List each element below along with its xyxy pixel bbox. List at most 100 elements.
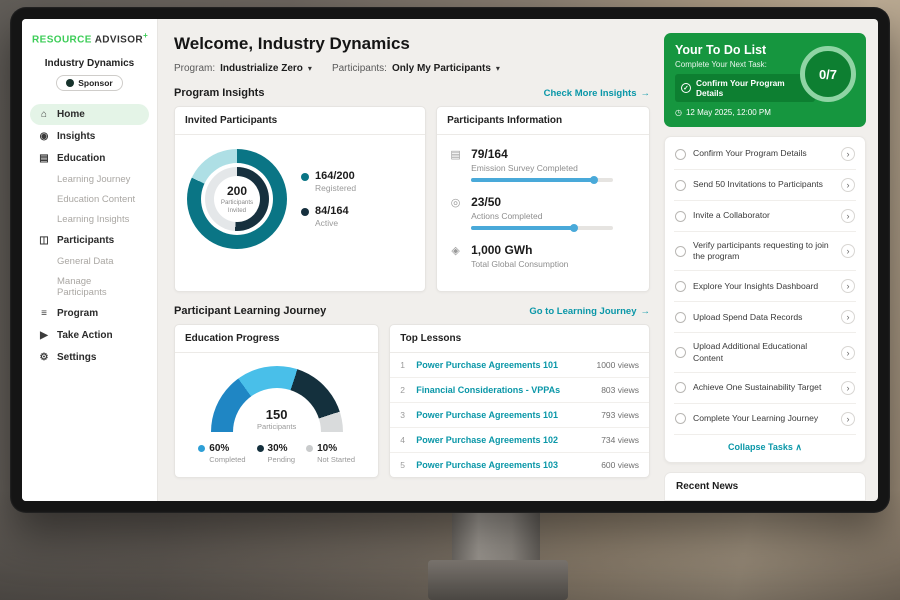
lesson-row[interactable]: 4 Power Purchase Agreements 102 734 view…: [390, 428, 649, 453]
gauge-center-label: Participants: [257, 422, 296, 431]
card-title: Education Progress: [175, 325, 378, 353]
lesson-views: 734 views: [601, 435, 639, 445]
org-name: Industry Dynamics: [30, 58, 149, 69]
lesson-link[interactable]: Power Purchase Agreements 102: [416, 435, 593, 445]
sidebar-item-education[interactable]: ▤ Education: [30, 148, 149, 169]
lesson-views: 1000 views: [596, 360, 639, 370]
task-row[interactable]: Upload Additional Educational Content ›: [674, 333, 856, 372]
sidebar-item-education-content[interactable]: Education Content: [30, 190, 149, 209]
link-label: Check More Insights: [544, 88, 637, 99]
lesson-row[interactable]: 2 Financial Considerations - VPPAs 803 v…: [390, 378, 649, 403]
go-to-learning-journey-link[interactable]: Go to Learning Journey →: [529, 306, 650, 317]
task-row[interactable]: Complete Your Learning Journey ›: [674, 404, 856, 435]
legend-label: Completed: [198, 455, 245, 464]
sidebar-item-home[interactable]: ⌂ Home: [30, 104, 149, 125]
metric-label: Actions Completed: [471, 211, 613, 221]
lesson-row[interactable]: 5 Power Purchase Agreements 103 600 view…: [390, 453, 649, 477]
participants-filter-label: Participants:: [332, 63, 387, 74]
task-chevron[interactable]: ›: [841, 178, 855, 192]
todo-progress-ring: 0/7: [800, 46, 856, 102]
task-label: Send 50 Invitations to Participants: [693, 179, 834, 190]
metric-label: Emission Survey Completed: [471, 163, 613, 173]
recent-news-title: Recent News: [676, 481, 738, 492]
todo-tasks-card: Confirm Your Program Details › Send 50 I…: [664, 136, 866, 463]
progress-bar: [471, 226, 613, 230]
home-icon: ⌂: [38, 109, 50, 120]
sidebar-item-learning-journey[interactable]: Learning Journey: [30, 170, 149, 189]
sidebar-item-settings[interactable]: ⚙ Settings: [30, 347, 149, 368]
card-title: Top Lessons: [390, 325, 649, 353]
legend-value: 10%: [317, 443, 337, 454]
lesson-link[interactable]: Financial Considerations - VPPAs: [416, 385, 593, 395]
legend-dot: [301, 208, 309, 216]
next-task-chip[interactable]: ✓ Confirm Your Program Details: [675, 74, 815, 102]
sidebar-item-general-data[interactable]: General Data: [30, 252, 149, 271]
task-chevron[interactable]: ›: [841, 279, 855, 293]
lesson-link[interactable]: Power Purchase Agreements 101: [416, 410, 593, 420]
participants-information-card: Participants Information ▤ 79/164 Emissi…: [436, 106, 650, 292]
task-checkbox[interactable]: [675, 180, 686, 191]
take-action-icon: ▶: [38, 330, 50, 341]
sidebar: RESOURCE ADVISOR+ Industry Dynamics Spon…: [22, 19, 158, 501]
task-row[interactable]: Confirm Your Program Details ›: [674, 139, 856, 170]
task-checkbox[interactable]: [675, 347, 686, 358]
sidebar-item-insights[interactable]: ◉ Insights: [30, 126, 149, 147]
education-icon: ▤: [38, 153, 50, 164]
task-chevron[interactable]: ›: [841, 346, 855, 360]
sidebar-item-manage-participants[interactable]: Manage Participants: [30, 272, 149, 302]
sidebar-item-take-action[interactable]: ▶ Take Action: [30, 325, 149, 346]
sponsor-icon: [66, 79, 74, 87]
task-chevron[interactable]: ›: [841, 244, 855, 258]
task-chevron[interactable]: ›: [841, 147, 855, 161]
task-row[interactable]: Upload Spend Data Records ›: [674, 302, 856, 333]
legend-item-not-started: 10% Not Started: [306, 443, 355, 464]
task-row[interactable]: Send 50 Invitations to Participants ›: [674, 170, 856, 201]
task-checkbox[interactable]: [675, 413, 686, 424]
legend-dot: [301, 173, 309, 181]
task-chevron[interactable]: ›: [841, 412, 855, 426]
task-checkbox[interactable]: [675, 149, 686, 160]
arrow-right-icon: →: [641, 88, 651, 99]
recent-news-card: Recent News: [664, 472, 866, 501]
task-checkbox[interactable]: [675, 246, 686, 257]
todo-summary-card: Your To Do List Complete Your Next Task:…: [664, 33, 866, 127]
sidebar-item-participants[interactable]: ◫ Participants: [30, 230, 149, 251]
due-date-row: ◷ 12 May 2025, 12:00 PM: [675, 108, 855, 117]
collapse-tasks-link[interactable]: Collapse Tasks ∧: [674, 435, 856, 462]
sidebar-item-program[interactable]: ≡ Program: [30, 303, 149, 324]
settings-icon: ⚙: [38, 352, 50, 363]
program-filter[interactable]: Program: Industrialize Zero ▾: [174, 63, 312, 74]
legend-label: Active: [315, 218, 349, 228]
gauge-center-value: 150: [266, 407, 288, 422]
task-chevron[interactable]: ›: [841, 310, 855, 324]
task-checkbox[interactable]: [675, 382, 686, 393]
check-more-insights-link[interactable]: Check More Insights →: [544, 88, 650, 99]
task-row[interactable]: Explore Your Insights Dashboard ›: [674, 271, 856, 302]
task-chevron[interactable]: ›: [841, 209, 855, 223]
task-row[interactable]: Achieve One Sustainability Target ›: [674, 373, 856, 404]
lesson-rank: 5: [400, 460, 408, 470]
filters-row: Program: Industrialize Zero ▾ Participan…: [174, 63, 650, 74]
task-label: Upload Additional Educational Content: [693, 341, 834, 363]
task-label: Complete Your Learning Journey: [693, 413, 834, 424]
emission-survey-row: ▤ 79/164 Emission Survey Completed: [449, 147, 637, 182]
task-checkbox[interactable]: [675, 312, 686, 323]
task-row[interactable]: Verify participants requesting to join t…: [674, 232, 856, 271]
task-checkbox[interactable]: [675, 281, 686, 292]
task-checkbox[interactable]: [675, 211, 686, 222]
lesson-rank: 3: [400, 410, 408, 420]
sidebar-item-learning-insights[interactable]: Learning Insights: [30, 210, 149, 229]
task-row[interactable]: Invite a Collaborator ›: [674, 201, 856, 232]
top-lessons-card: Top Lessons 1 Power Purchase Agreements …: [389, 324, 650, 478]
lesson-link[interactable]: Power Purchase Agreements 103: [416, 460, 593, 470]
monitor-frame: RESOURCE ADVISOR+ Industry Dynamics Spon…: [10, 7, 890, 513]
task-chevron[interactable]: ›: [841, 381, 855, 395]
legend-value: 164/200: [315, 170, 356, 182]
lesson-row[interactable]: 1 Power Purchase Agreements 101 1000 vie…: [390, 353, 649, 378]
sidebar-item-label: Education: [57, 153, 105, 164]
lesson-row[interactable]: 3 Power Purchase Agreements 101 793 view…: [390, 403, 649, 428]
sponsor-badge[interactable]: Sponsor: [56, 75, 122, 91]
lesson-link[interactable]: Power Purchase Agreements 101: [416, 360, 588, 370]
participants-filter[interactable]: Participants: Only My Participants ▾: [332, 63, 500, 74]
collapse-label: Collapse Tasks: [728, 442, 793, 452]
